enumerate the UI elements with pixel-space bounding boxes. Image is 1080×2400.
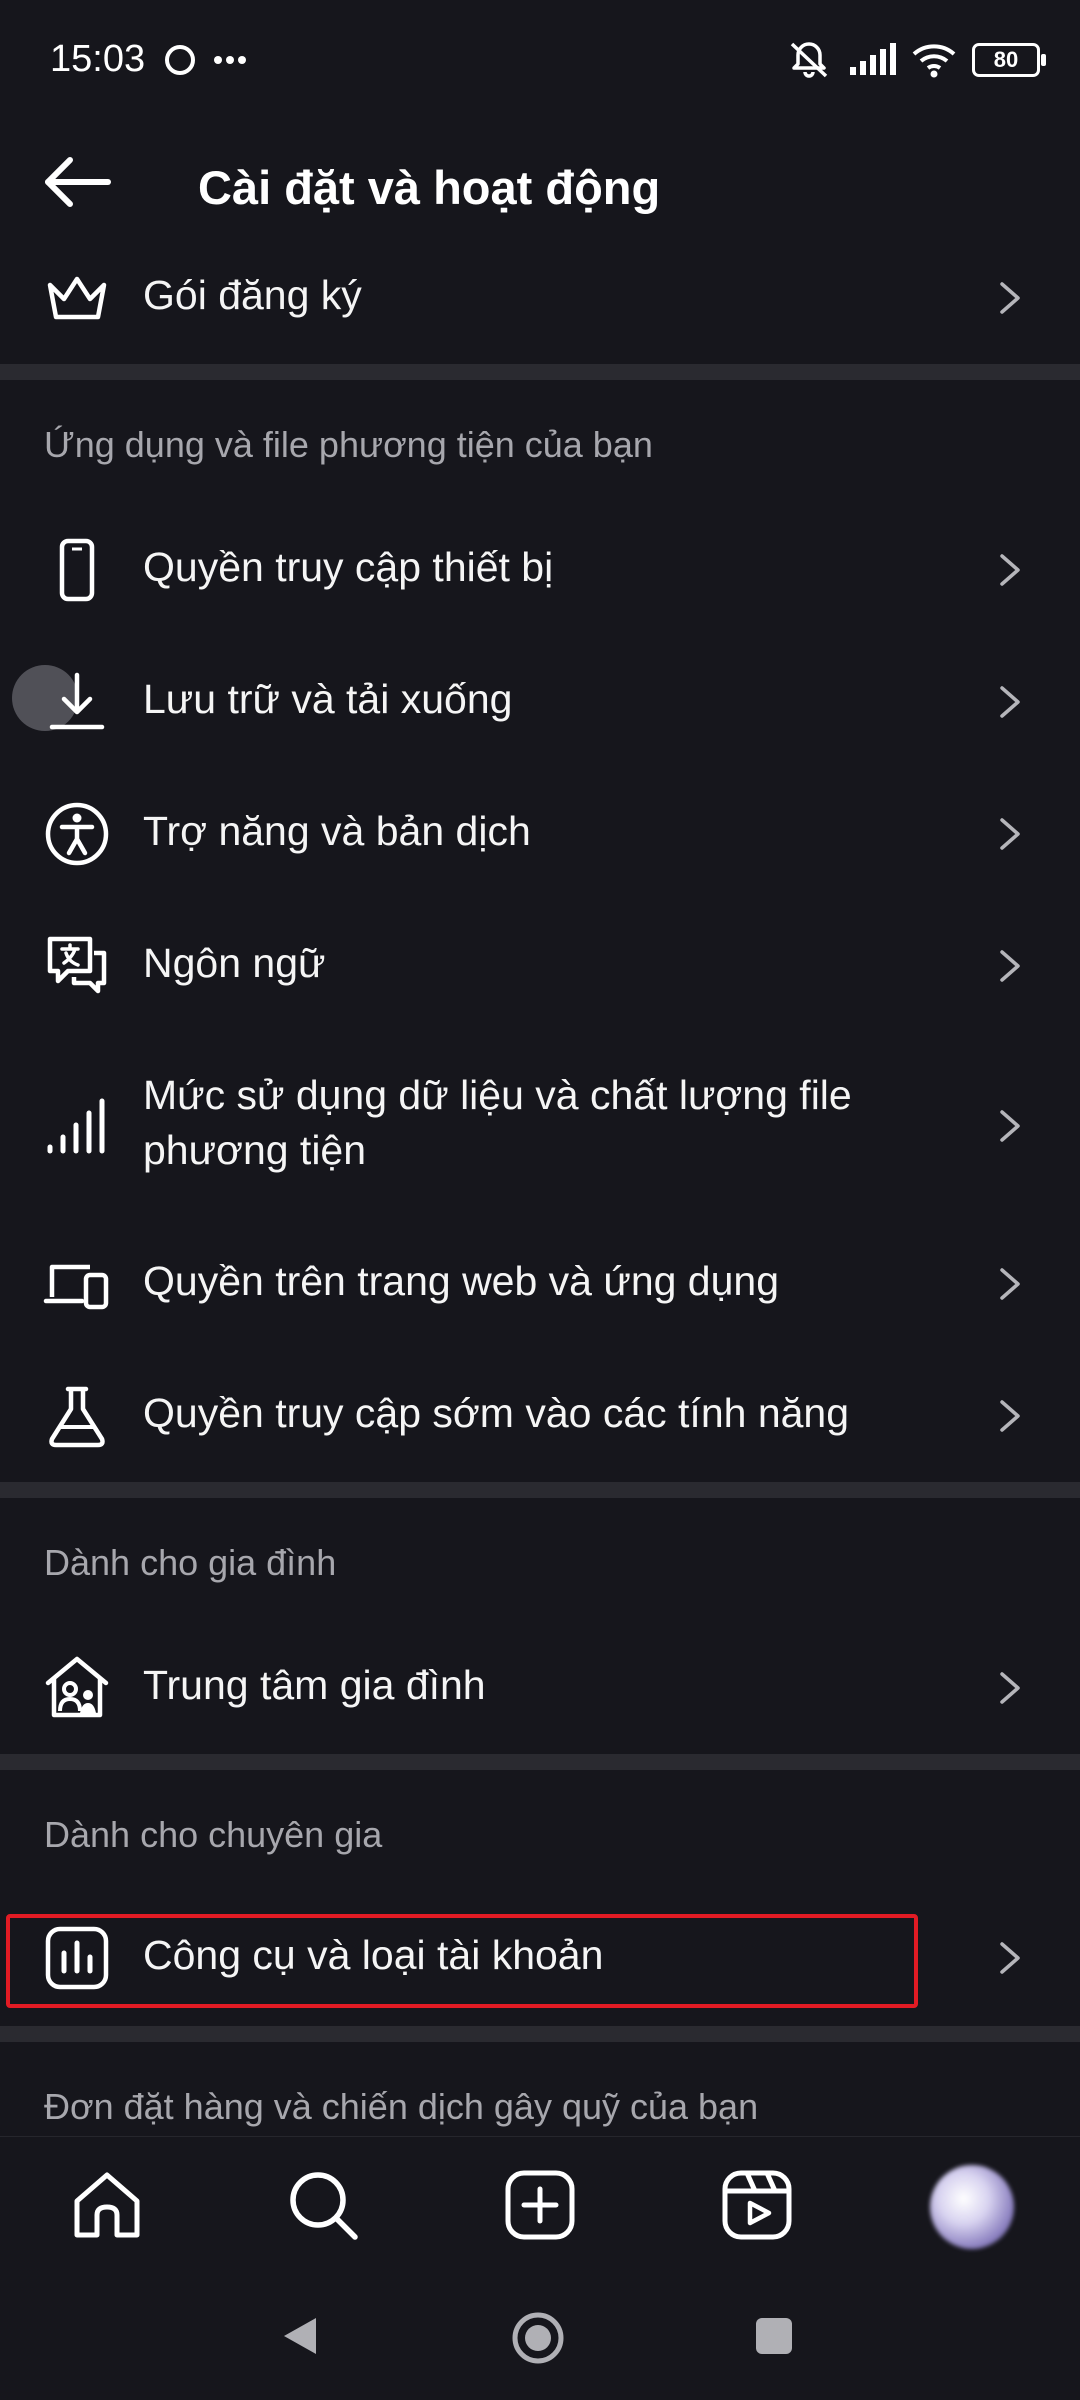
section-title-orders: Đơn đặt hàng và chiến dịch gây quỹ của b… <box>44 2086 759 2127</box>
chevron-right-icon <box>1000 1942 1020 1974</box>
system-nav-bar <box>0 2272 1080 2400</box>
row-label: Quyền truy cập thiết bị <box>143 544 554 590</box>
section-divider <box>0 2026 1080 2042</box>
devices-icon <box>43 1264 109 1310</box>
system-home-icon[interactable] <box>510 2310 566 2366</box>
row-family-center[interactable]: Trung tâm gia đình <box>0 1622 1080 1754</box>
crown-icon <box>47 276 107 320</box>
row-data-usage[interactable]: Mức sử dụng dữ liệu và chất lượng file p… <box>0 1046 1080 1206</box>
bottom-nav <box>0 2136 1080 2273</box>
phone-icon <box>59 538 95 602</box>
mute-icon <box>790 42 828 78</box>
system-recents-icon[interactable] <box>752 2314 796 2358</box>
row-subscriptions[interactable]: Gói đăng ký <box>0 232 1080 364</box>
home-icon[interactable] <box>67 2165 147 2245</box>
row-archive-downloads[interactable]: Lưu trữ và tải xuống <box>0 636 1080 768</box>
reels-icon[interactable] <box>717 2165 797 2245</box>
back-arrow-icon[interactable] <box>40 142 120 222</box>
status-notification-icons <box>165 45 246 75</box>
chevron-right-icon <box>1000 686 1020 718</box>
translate-bubble-icon <box>47 936 107 994</box>
search-icon[interactable] <box>283 2165 363 2245</box>
chevron-right-icon <box>1000 818 1020 850</box>
flask-icon <box>49 1386 105 1448</box>
row-label: Mức sử dụng dữ liệu và chất lượng file p… <box>143 1072 852 1173</box>
status-time: 15:03 <box>50 38 146 80</box>
battery-indicator: 80 <box>972 43 1046 77</box>
chevron-right-icon <box>1000 554 1020 586</box>
status-bar: 15:03 80 <box>0 0 1080 120</box>
row-label: Ngôn ngữ <box>143 940 326 986</box>
row-web-app-permissions[interactable]: Quyền trên trang web và ứng dụng <box>0 1218 1080 1350</box>
status-right-group: 80 <box>786 40 1046 80</box>
row-label: Quyền truy cập sớm vào các tính năng <box>143 1390 850 1436</box>
section-divider <box>0 1482 1080 1498</box>
section-title-professionals: Dành cho chuyên gia <box>44 1814 383 1855</box>
chevron-right-icon <box>1000 1110 1020 1142</box>
system-back-icon[interactable] <box>276 2312 324 2360</box>
section-divider <box>0 1754 1080 1770</box>
wifi-icon <box>912 44 956 78</box>
family-home-icon <box>45 1656 109 1718</box>
row-accessibility[interactable]: Trợ năng và bản dịch <box>0 768 1080 900</box>
signal-bars-icon <box>47 1098 105 1154</box>
download-icon <box>49 672 105 730</box>
accessibility-icon <box>45 802 109 866</box>
row-label: Gói đăng ký <box>143 272 362 318</box>
section-divider <box>0 364 1080 380</box>
profile-avatar[interactable] <box>930 2165 1014 2249</box>
row-label: Quyền trên trang web và ứng dụng <box>143 1258 780 1304</box>
create-post-icon[interactable] <box>500 2165 580 2245</box>
signal-icon <box>850 43 896 75</box>
row-label: Lưu trữ và tải xuống <box>143 676 513 722</box>
section-title-family: Dành cho gia đình <box>44 1542 337 1583</box>
chevron-right-icon <box>1000 1268 1020 1300</box>
row-early-access[interactable]: Quyền truy cập sớm vào các tính năng <box>0 1350 1080 1482</box>
chevron-right-icon <box>1000 1672 1020 1704</box>
row-language[interactable]: Ngôn ngữ <box>0 900 1080 1032</box>
highlight-box <box>6 1914 918 2008</box>
section-title-apps-media: Ứng dụng và file phương tiện của bạn <box>44 424 653 465</box>
chevron-right-icon <box>1000 1400 1020 1432</box>
chevron-right-icon <box>1000 282 1020 314</box>
battery-level: 80 <box>993 47 1019 72</box>
chevron-right-icon <box>1000 950 1020 982</box>
row-label: Trợ năng và bản dịch <box>143 808 531 854</box>
page-title: Cài đặt và hoạt động <box>198 161 661 214</box>
row-label: Trung tâm gia đình <box>143 1662 486 1708</box>
row-device-permissions[interactable]: Quyền truy cập thiết bị <box>0 504 1080 636</box>
